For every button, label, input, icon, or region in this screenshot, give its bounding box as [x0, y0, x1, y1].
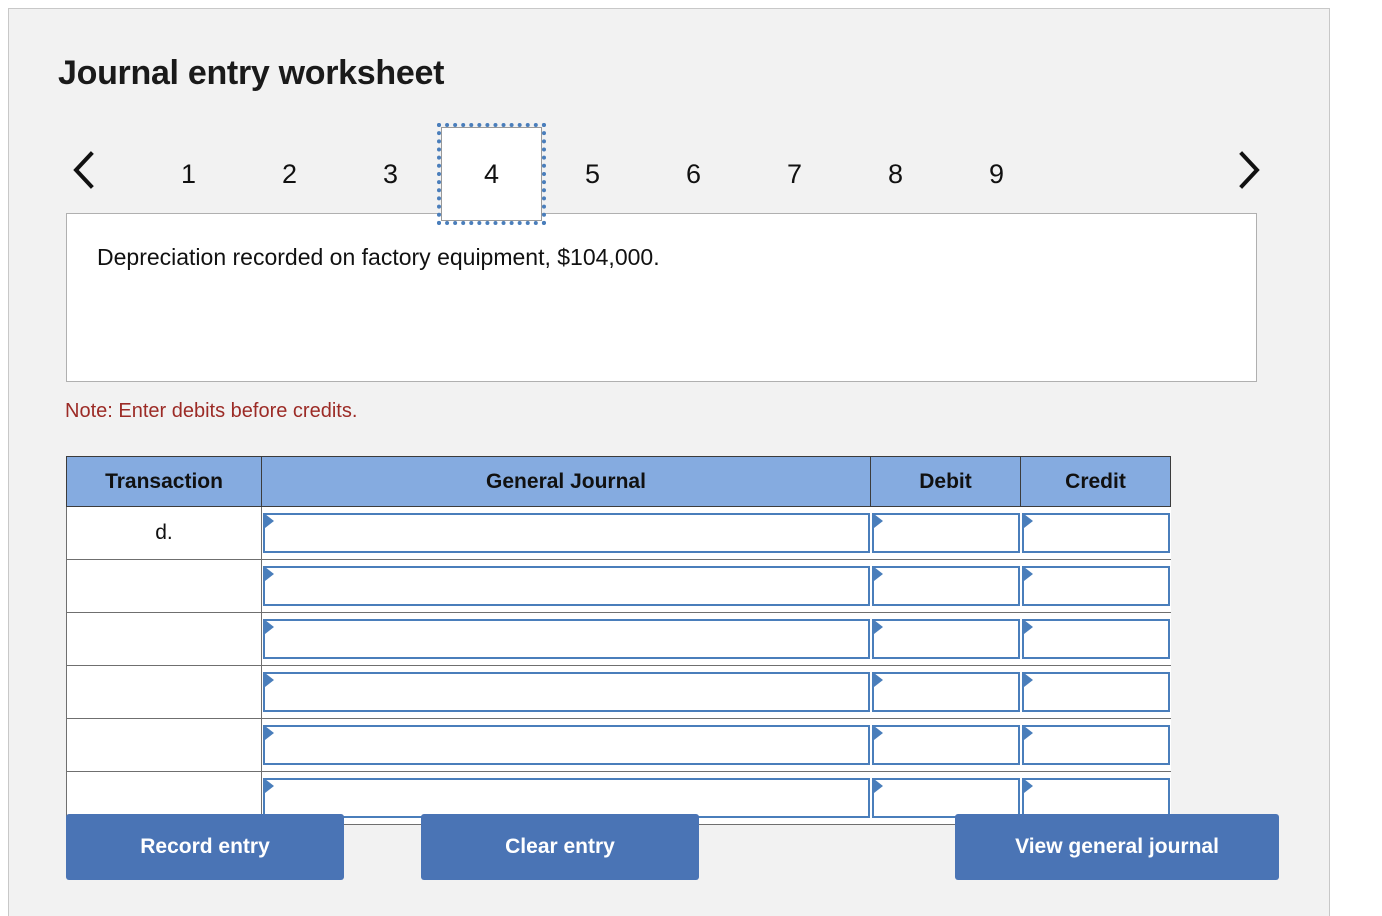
- debit-cell: [870, 559, 1021, 613]
- page-tab-5[interactable]: 5: [542, 127, 643, 221]
- credit-input-field[interactable]: [1021, 671, 1170, 712]
- account-select-field[interactable]: [263, 671, 870, 712]
- account-select-field[interactable]: [263, 512, 870, 553]
- header-credit: Credit: [1020, 456, 1171, 507]
- debit-cell: [870, 718, 1021, 772]
- table-row: [66, 718, 1171, 772]
- credit-cell: [1020, 718, 1171, 772]
- transaction-label-cell: [66, 612, 262, 666]
- credit-input-field[interactable]: [1021, 618, 1170, 659]
- debit-input-field[interactable]: [871, 565, 1020, 606]
- next-page-button[interactable]: [1226, 127, 1272, 213]
- debit-input-field[interactable]: [871, 512, 1020, 553]
- debit-input-field[interactable]: [871, 618, 1020, 659]
- journal-entry-table: Transaction General Journal Debit Credit…: [66, 456, 1171, 825]
- transaction-label-cell: d.: [66, 506, 262, 560]
- debit-cell: [870, 612, 1021, 666]
- page-tab-9[interactable]: 9: [946, 127, 1047, 221]
- chevron-left-icon: [71, 150, 97, 190]
- credit-input-field[interactable]: [1021, 724, 1170, 765]
- debit-input-field[interactable]: [871, 724, 1020, 765]
- header-transaction: Transaction: [66, 456, 262, 507]
- table-row: [66, 612, 1171, 666]
- table-row: [66, 559, 1171, 613]
- general-journal-cell: [261, 506, 871, 560]
- debits-before-credits-note: Note: Enter debits before credits.: [65, 400, 358, 422]
- debit-input-field[interactable]: [871, 671, 1020, 712]
- header-debit: Debit: [870, 456, 1021, 507]
- credit-cell: [1020, 559, 1171, 613]
- page-tab-8[interactable]: 8: [845, 127, 946, 221]
- page-title: Journal entry worksheet: [58, 54, 445, 92]
- screenshot-root: Journal entry worksheet 1 2 3 4 5 6 7 8 …: [0, 0, 1382, 916]
- record-entry-button[interactable]: Record entry: [66, 814, 344, 880]
- worksheet-panel: Journal entry worksheet 1 2 3 4 5 6 7 8 …: [8, 8, 1330, 916]
- account-select-field[interactable]: [263, 565, 870, 606]
- general-journal-cell: [261, 612, 871, 666]
- account-select-field[interactable]: [263, 618, 870, 659]
- pagination-bar: 1 2 3 4 5 6 7 8 9: [58, 123, 1260, 225]
- credit-input-field[interactable]: [1021, 565, 1170, 606]
- table-row: d.: [66, 506, 1171, 560]
- page-tab-3[interactable]: 3: [340, 127, 441, 221]
- general-journal-cell: [261, 665, 871, 719]
- transaction-label-cell: [66, 665, 262, 719]
- clear-entry-button[interactable]: Clear entry: [421, 814, 699, 880]
- credit-cell: [1020, 506, 1171, 560]
- previous-page-button[interactable]: [61, 127, 107, 213]
- page-tab-2[interactable]: 2: [239, 127, 340, 221]
- credit-cell: [1020, 612, 1171, 666]
- table-row: [66, 665, 1171, 719]
- page-tab-1[interactable]: 1: [138, 127, 239, 221]
- header-general-journal: General Journal: [261, 456, 871, 507]
- transaction-description-box: Depreciation recorded on factory equipme…: [66, 213, 1257, 382]
- account-select-field[interactable]: [263, 777, 870, 818]
- table-header-row: Transaction General Journal Debit Credit: [66, 456, 1171, 507]
- transaction-description-text: Depreciation recorded on factory equipme…: [97, 244, 660, 270]
- credit-input-field[interactable]: [1021, 777, 1170, 818]
- table-body: d.: [66, 506, 1171, 825]
- general-journal-cell: [261, 718, 871, 772]
- account-select-field[interactable]: [263, 724, 870, 765]
- transaction-label-cell: [66, 559, 262, 613]
- chevron-right-icon: [1236, 150, 1262, 190]
- debit-cell: [870, 665, 1021, 719]
- credit-input-field[interactable]: [1021, 512, 1170, 553]
- page-tab-6[interactable]: 6: [643, 127, 744, 221]
- view-general-journal-button[interactable]: View general journal: [955, 814, 1279, 880]
- credit-cell: [1020, 665, 1171, 719]
- debit-input-field[interactable]: [871, 777, 1020, 818]
- page-number-list: 1 2 3 4 5 6 7 8 9: [138, 123, 1208, 225]
- general-journal-cell: [261, 559, 871, 613]
- page-tab-4[interactable]: 4: [437, 123, 546, 225]
- page-tab-7[interactable]: 7: [744, 127, 845, 221]
- transaction-label-cell: [66, 718, 262, 772]
- debit-cell: [870, 506, 1021, 560]
